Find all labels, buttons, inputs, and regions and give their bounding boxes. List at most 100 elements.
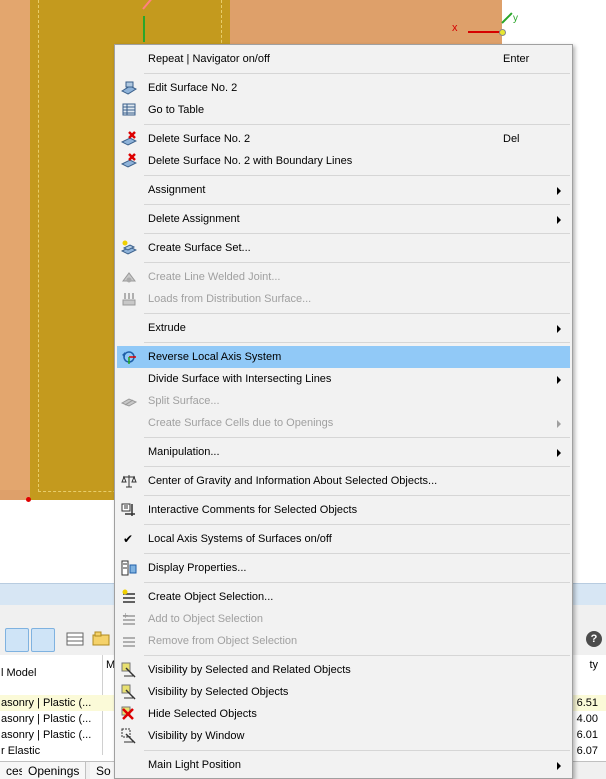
menu-item-label: Visibility by Selected and Related Objec…	[148, 664, 351, 676]
menu-item-label: Extrude	[148, 322, 186, 334]
axis-x-label: x	[452, 22, 458, 34]
menu-item-label: Remove from Object Selection	[148, 635, 298, 647]
menu-separator	[144, 313, 570, 314]
menu-item-hide-selected[interactable]: Hide Selected Objects	[117, 703, 570, 725]
table-view-icon[interactable]	[66, 631, 84, 647]
menu-item-label: Split Surface...	[148, 395, 220, 407]
folder-table-icon[interactable]	[92, 631, 110, 647]
display-properties-icon	[121, 560, 137, 576]
visibility-window-icon	[121, 728, 136, 744]
menu-item-loads-distribution-surface[interactable]: Loads from Distribution Surface...	[117, 288, 570, 310]
menu-separator	[144, 553, 570, 554]
menu-item-label: Create Surface Set...	[148, 242, 251, 254]
menu-item-interactive-comments[interactable]: Interactive Comments for Selected Object…	[117, 499, 570, 521]
menu-item-visibility-selected[interactable]: Visibility by Selected Objects	[117, 681, 570, 703]
menu-item-label: Create Object Selection...	[148, 591, 274, 603]
menu-item-label: Visibility by Window	[148, 730, 245, 742]
delete-icon	[121, 131, 137, 146]
menu-item-edit-surface[interactable]: Edit Surface No. 2	[117, 77, 570, 99]
menu-item-assignment[interactable]: Assignment	[117, 179, 570, 201]
menu-item-visibility-selected-related[interactable]: Visibility by Selected and Related Objec…	[117, 659, 570, 681]
context-menu: Repeat | Navigator on/off Enter Edit Sur…	[114, 44, 573, 779]
node-point[interactable]	[26, 497, 31, 502]
menu-item-label: Loads from Distribution Surface...	[148, 293, 312, 305]
menu-item-visibility-by-window[interactable]: Visibility by Window	[117, 725, 570, 747]
table-cell-value: 6.51	[576, 697, 598, 709]
submenu-arrow-icon	[557, 420, 561, 428]
object-selection-icon	[122, 589, 135, 603]
menu-item-divide-surface[interactable]: Divide Surface with Intersecting Lines	[117, 368, 570, 390]
menu-item-label: Edit Surface No. 2	[148, 82, 238, 94]
select-related-button[interactable]	[31, 628, 55, 652]
menu-item-label: Hide Selected Objects	[148, 708, 257, 720]
shortcut-label: Enter	[503, 53, 530, 65]
remove-selection-icon	[123, 637, 135, 647]
menu-item-split-surface[interactable]: Split Surface...	[117, 390, 570, 412]
table-header-model: l Model	[1, 667, 37, 679]
menu-item-main-light-position[interactable]: Main Light Position	[117, 754, 570, 776]
menu-item-add-to-object-selection[interactable]: + Add to Object Selection	[117, 608, 570, 630]
menu-item-reverse-local-axis[interactable]: Reverse Local Axis System	[117, 346, 570, 368]
tab-openings[interactable]: Openings	[22, 762, 87, 779]
axis-y-label: y	[513, 13, 518, 24]
menu-item-label: Go to Table	[148, 104, 205, 116]
menu-item-create-line-welded-joint[interactable]: Create Line Welded Joint...	[117, 266, 570, 288]
visibility-selected-icon	[121, 684, 136, 700]
menu-separator	[144, 495, 570, 496]
menu-separator	[144, 342, 570, 343]
menu-item-label: Center of Gravity and Information About …	[148, 475, 438, 487]
help-icon[interactable]: ?	[586, 631, 602, 647]
menu-item-label: Add to Object Selection	[148, 613, 263, 625]
menu-item-label: Assignment	[148, 184, 206, 196]
submenu-arrow-icon	[557, 449, 561, 457]
submenu-arrow-icon	[557, 762, 561, 770]
welded-joint-icon	[122, 272, 136, 283]
menu-separator	[144, 466, 570, 467]
table-cell-value: 4.00	[576, 713, 598, 725]
table-cell-model: asonry | Plastic (...	[1, 713, 92, 725]
wall-surface-back[interactable]	[230, 0, 502, 44]
menu-separator	[144, 204, 570, 205]
menu-item-label: Delete Assignment	[148, 213, 240, 225]
menu-item-create-object-selection[interactable]: Create Object Selection...	[117, 586, 570, 608]
menu-item-label: Display Properties...	[148, 562, 247, 574]
local-axis-z-arrow	[143, 16, 145, 42]
submenu-arrow-icon	[557, 325, 561, 333]
axis-x-arrow	[468, 31, 502, 33]
menu-item-label: Repeat | Navigator on/off	[148, 53, 270, 65]
menu-item-label: Visibility by Selected Objects	[148, 686, 289, 698]
select-mode-button[interactable]	[5, 628, 29, 652]
menu-separator	[144, 524, 570, 525]
menu-item-display-properties[interactable]: Display Properties...	[117, 557, 570, 579]
menu-item-label: Create Surface Cells due to Openings	[148, 417, 334, 429]
visibility-related-icon	[121, 662, 136, 678]
menu-item-label: Divide Surface with Intersecting Lines	[148, 373, 332, 385]
wall-surface-left[interactable]	[0, 0, 32, 500]
menu-item-delete-assignment[interactable]: Delete Assignment	[117, 208, 570, 230]
menu-separator	[144, 233, 570, 234]
comments-icon	[121, 503, 135, 516]
menu-separator	[144, 582, 570, 583]
axis-y-arrow	[501, 12, 513, 24]
menu-item-center-of-gravity[interactable]: Center of Gravity and Information About …	[117, 470, 570, 492]
axis-origin-dot	[499, 29, 506, 36]
menu-item-delete-surface-boundary[interactable]: Delete Surface No. 2 with Boundary Lines	[117, 150, 570, 172]
edit-surface-icon	[121, 81, 137, 95]
menu-item-repeat-navigator[interactable]: Repeat | Navigator on/off Enter	[117, 48, 570, 70]
table-cell-model: asonry | Plastic (...	[1, 729, 92, 741]
menu-separator	[144, 73, 570, 74]
menu-item-remove-from-object-selection[interactable]: Remove from Object Selection	[117, 630, 570, 652]
menu-item-local-axis-systems-toggle[interactable]: ✔ Local Axis Systems of Surfaces on/off	[117, 528, 570, 550]
submenu-arrow-icon	[557, 376, 561, 384]
reverse-axis-icon	[122, 351, 136, 364]
menu-item-create-surface-cells[interactable]: Create Surface Cells due to Openings	[117, 412, 570, 434]
menu-separator	[144, 124, 570, 125]
menu-item-go-to-table[interactable]: Go to Table	[117, 99, 570, 121]
menu-separator	[144, 750, 570, 751]
menu-item-manipulation[interactable]: Manipulation...	[117, 441, 570, 463]
table-cell-model: r Elastic	[1, 745, 41, 757]
table-icon	[122, 103, 136, 116]
menu-item-create-surface-set[interactable]: Create Surface Set...	[117, 237, 570, 259]
menu-item-delete-surface[interactable]: Delete Surface No. 2 Del	[117, 128, 570, 150]
menu-item-extrude[interactable]: Extrude	[117, 317, 570, 339]
